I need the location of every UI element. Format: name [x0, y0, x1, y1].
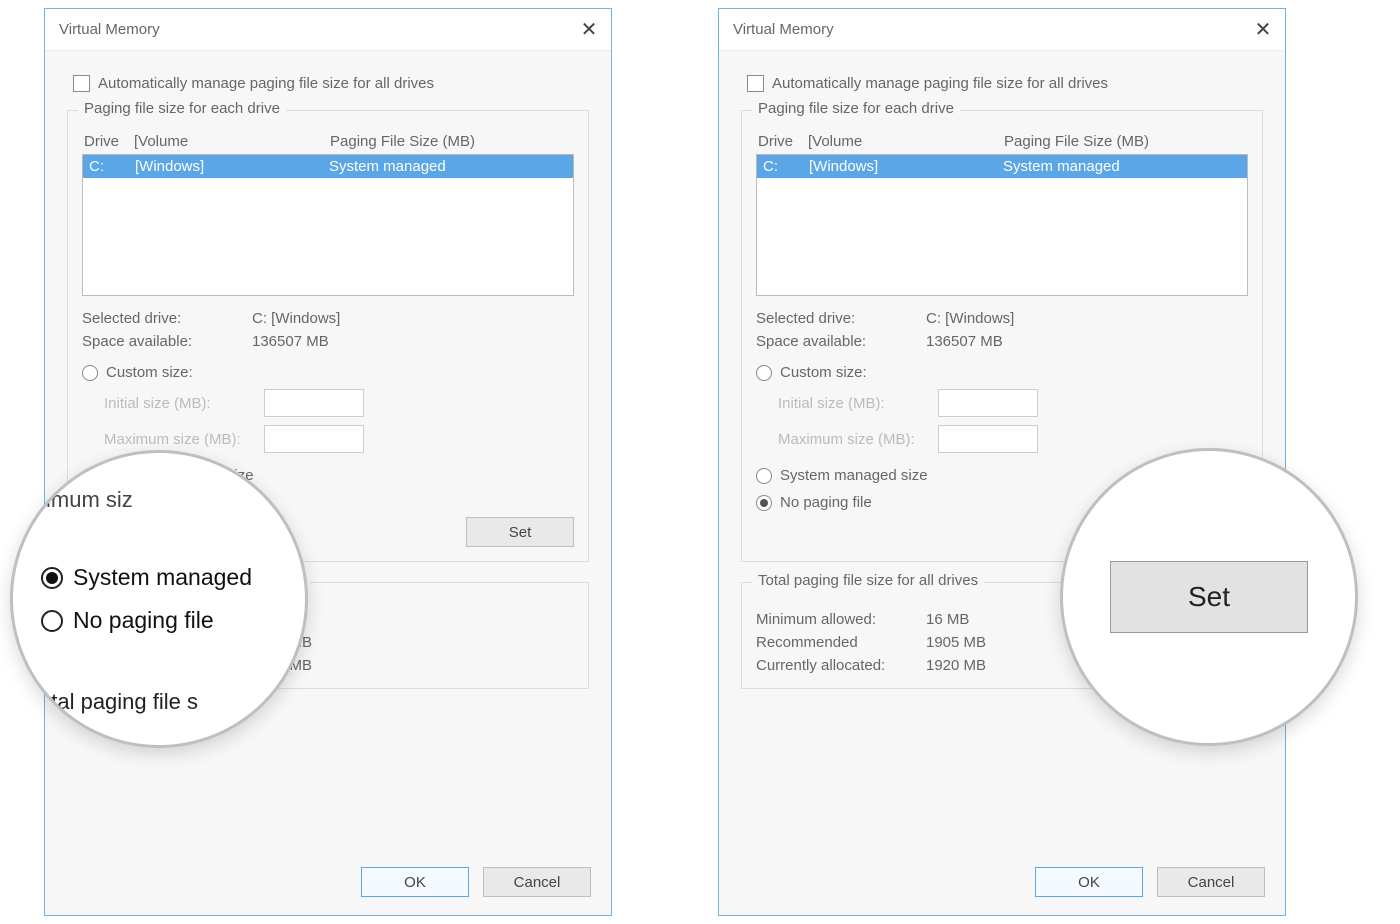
radio-custom-size[interactable]: [756, 365, 772, 381]
radio-no-paging-zoom[interactable]: [41, 610, 63, 632]
ok-button[interactable]: OK: [361, 867, 469, 897]
window-title: Virtual Memory: [59, 21, 160, 38]
initial-size-label: Initial size (MB):: [104, 395, 264, 412]
set-button-zoom[interactable]: Set: [1110, 561, 1308, 633]
magnifier-callout: Set: [1060, 448, 1358, 746]
titlebar: Virtual Memory ✕: [45, 9, 611, 51]
col-pfs: Paging File Size (MB): [330, 133, 572, 150]
space-value: 136507 MB: [252, 333, 329, 350]
col-volume: [Volume: [134, 133, 330, 150]
radio-system-label-zoom: System managed: [73, 564, 252, 591]
auto-manage-label: Automatically manage paging file size fo…: [772, 75, 1108, 92]
radio-custom-size[interactable]: [82, 365, 98, 381]
radio-system-managed[interactable]: [756, 468, 772, 484]
radio-system-managed-zoom[interactable]: [41, 567, 63, 589]
space-label: Space available:: [82, 333, 252, 350]
auto-manage-checkbox[interactable]: [747, 75, 764, 92]
col-drive: Drive: [84, 133, 134, 150]
selected-drive-label: Selected drive:: [82, 310, 252, 327]
ok-button[interactable]: OK: [1035, 867, 1143, 897]
selected-drive-value: C: [Windows]: [252, 310, 340, 327]
radio-no-paging-label-zoom: No paging file: [73, 607, 214, 634]
cancel-button[interactable]: Cancel: [483, 867, 591, 897]
close-icon[interactable]: ✕: [575, 17, 603, 42]
drive-group-label: Paging file size for each drive: [752, 100, 960, 117]
cancel-button[interactable]: Cancel: [1157, 867, 1265, 897]
radio-no-paging[interactable]: [756, 495, 772, 511]
auto-manage-label: Automatically manage paging file size fo…: [98, 75, 434, 92]
drive-row-c[interactable]: C: [Windows] System managed: [757, 155, 1247, 178]
auto-manage-checkbox[interactable]: [73, 75, 90, 92]
window-title: Virtual Memory: [733, 21, 834, 38]
drive-group-label: Paging file size for each drive: [78, 100, 286, 117]
magnifier-bottom-text: otal paging file s: [39, 689, 198, 715]
titlebar: Virtual Memory ✕: [719, 9, 1285, 51]
col-drive: Drive: [758, 133, 808, 150]
close-icon[interactable]: ✕: [1249, 17, 1277, 42]
maximum-size-label: Maximum size (MB):: [104, 431, 264, 448]
drive-row-c[interactable]: C: [Windows] System managed: [83, 155, 573, 178]
maximum-size-input[interactable]: [938, 425, 1038, 453]
radio-custom-label: Custom size:: [106, 364, 193, 381]
drive-list[interactable]: C: [Windows] System managed: [756, 154, 1248, 296]
initial-size-input[interactable]: [938, 389, 1038, 417]
maximum-size-input[interactable]: [264, 425, 364, 453]
col-pfs: Paging File Size (MB): [1004, 133, 1246, 150]
col-volume: [Volume: [808, 133, 1004, 150]
initial-size-input[interactable]: [264, 389, 364, 417]
set-button[interactable]: Set: [466, 517, 574, 547]
magnifier-top-text: ximum siz: [35, 487, 133, 513]
drive-list[interactable]: C: [Windows] System managed: [82, 154, 574, 296]
magnifier-callout: ximum siz System managed No paging file …: [10, 450, 308, 748]
